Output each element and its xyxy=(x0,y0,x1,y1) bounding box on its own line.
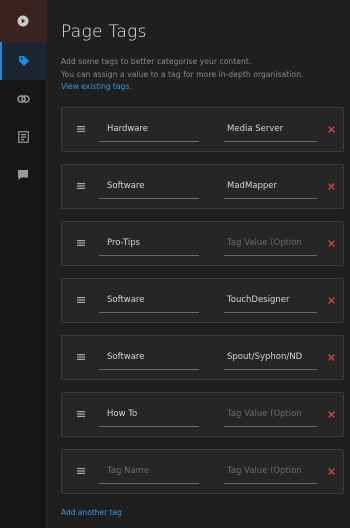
template-icon xyxy=(17,131,29,143)
tag-row: Software MadMapper xyxy=(61,163,344,209)
view-existing-tags-link[interactable]: View existing tags. xyxy=(61,81,350,94)
drag-handle[interactable] xyxy=(62,108,99,151)
drag-handle-icon xyxy=(76,183,85,189)
remove-tag-button[interactable] xyxy=(325,123,337,135)
drag-handle-icon xyxy=(76,297,85,303)
sidebar-item-tags[interactable] xyxy=(0,42,47,80)
drag-handle[interactable] xyxy=(62,450,99,493)
comment-icon xyxy=(18,170,28,180)
tag-row: How To Tag Value (Option xyxy=(61,391,344,437)
close-icon xyxy=(327,239,335,247)
sidebar-item-play[interactable] xyxy=(0,0,47,42)
tag-row: Software Spout/Syphon/ND xyxy=(61,334,344,380)
tag-value-input[interactable]: Tag Value (Option xyxy=(224,230,317,256)
tag-name-input[interactable]: Software xyxy=(99,173,199,199)
tag-row: Pro-Tips Tag Value (Option xyxy=(61,220,344,266)
drag-handle-icon xyxy=(76,354,85,360)
drag-handle-icon xyxy=(76,240,85,246)
description-line-1: Add some tags to better categorise your … xyxy=(61,57,252,66)
tags-editor-app: Page Tags Add some tags to better catego… xyxy=(0,0,350,528)
tag-value-input[interactable]: TouchDesigner xyxy=(224,287,317,313)
close-icon xyxy=(327,353,335,361)
tag-row: Hardware Media Server xyxy=(61,106,344,152)
sidebar-item-comments[interactable] xyxy=(0,156,47,194)
drag-handle-icon xyxy=(76,411,85,417)
tag-row: Tag Name Tag Value (Option xyxy=(61,448,344,494)
tag-name-input[interactable]: How To xyxy=(99,401,199,427)
tag-value-input[interactable]: Media Server xyxy=(224,116,317,142)
drag-handle[interactable] xyxy=(62,279,99,322)
add-another-tag-link[interactable]: Add another tag xyxy=(61,508,122,517)
drag-handle[interactable] xyxy=(62,165,99,208)
close-icon xyxy=(327,296,335,304)
tag-list: Hardware Media Server Software MadMapper… xyxy=(61,106,344,494)
tag-value-input[interactable]: Spout/Syphon/ND xyxy=(224,344,317,370)
sidebar-item-links[interactable] xyxy=(0,80,47,118)
sidebar xyxy=(0,0,47,528)
remove-tag-button[interactable] xyxy=(325,465,337,477)
tag-name-input[interactable]: Pro-Tips xyxy=(99,230,199,256)
drag-handle-icon xyxy=(76,126,85,132)
tag-row: Software TouchDesigner xyxy=(61,277,344,323)
close-icon xyxy=(327,125,335,133)
sidebar-item-templates[interactable] xyxy=(0,118,47,156)
remove-tag-button[interactable] xyxy=(325,351,337,363)
remove-tag-button[interactable] xyxy=(325,408,337,420)
remove-tag-button[interactable] xyxy=(325,180,337,192)
close-icon xyxy=(327,182,335,190)
tag-value-input[interactable]: MadMapper xyxy=(224,173,317,199)
close-icon xyxy=(327,467,335,475)
tag-name-input[interactable]: Software xyxy=(99,287,199,313)
tag-value-input[interactable]: Tag Value (Option xyxy=(224,401,317,427)
drag-handle[interactable] xyxy=(62,393,99,436)
tag-name-input[interactable]: Tag Name xyxy=(99,458,199,484)
drag-handle[interactable] xyxy=(62,336,99,379)
tag-value-input[interactable]: Tag Value (Option xyxy=(224,458,317,484)
drag-handle-icon xyxy=(76,468,85,474)
panel-description: Add some tags to better categorise your … xyxy=(61,56,350,81)
remove-tag-button[interactable] xyxy=(325,294,337,306)
close-icon xyxy=(327,410,335,418)
page-title: Page Tags xyxy=(61,22,147,42)
tag-icon xyxy=(19,56,29,66)
drag-handle[interactable] xyxy=(62,222,99,265)
circle-play-icon xyxy=(17,15,29,27)
tag-name-input[interactable]: Software xyxy=(99,344,199,370)
tag-name-input[interactable]: Hardware xyxy=(99,116,199,142)
link-icon xyxy=(16,95,30,103)
tags-panel: Page Tags Add some tags to better catego… xyxy=(47,0,350,528)
remove-tag-button[interactable] xyxy=(325,237,337,249)
description-line-2: You can assign a value to a tag for more… xyxy=(61,69,304,79)
